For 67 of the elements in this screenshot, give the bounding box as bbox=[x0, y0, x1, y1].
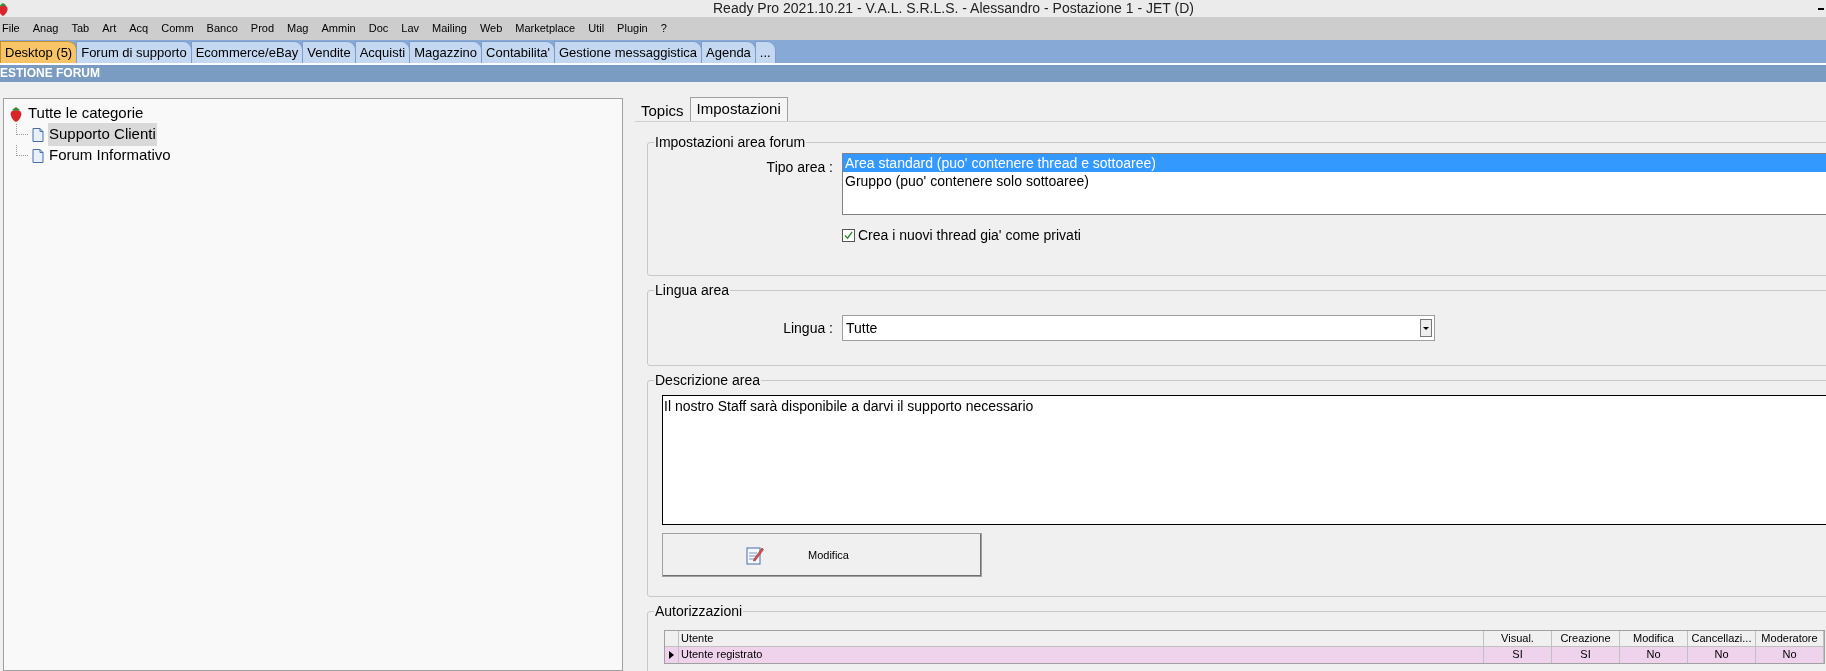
app-tab[interactable]: Gestione messaggistica bbox=[554, 41, 702, 63]
menu-item[interactable]: Banco bbox=[206, 20, 238, 37]
column-header[interactable]: Cancellazi... bbox=[1688, 631, 1756, 646]
minimize-icon[interactable] bbox=[1818, 7, 1824, 10]
area-type-list[interactable]: Area standard (puo' contenere thread e sottoaree) Gruppo (puo' contenere solo sottoaree) bbox=[842, 153, 1826, 215]
strawberry-icon bbox=[9, 105, 23, 122]
table-cell: No bbox=[1688, 647, 1756, 663]
group-title: Lingua area bbox=[654, 281, 730, 299]
app-tab[interactable]: Agenda bbox=[701, 41, 756, 63]
tree-item[interactable]: Forum Informativo bbox=[48, 144, 172, 167]
window-title: Ready Pro 2021.10.21 - V.A.L. S.R.L.S. - Alessandro - Postazione 1 - JET (D) bbox=[713, 0, 1194, 17]
checkbox-label: Crea i nuovi thread gia' come privati bbox=[858, 226, 1081, 245]
menu-item[interactable]: Doc bbox=[368, 20, 389, 37]
app-logo-icon bbox=[0, 1, 9, 16]
app-tab[interactable]: Acquisti bbox=[354, 41, 411, 63]
checkmark-icon bbox=[844, 231, 853, 240]
document-icon bbox=[32, 148, 44, 163]
menu-item[interactable]: Web bbox=[479, 20, 503, 37]
row-pointer-icon bbox=[669, 651, 674, 659]
column-header[interactable]: Visual. bbox=[1484, 631, 1552, 646]
menu-item[interactable]: Anag bbox=[32, 20, 59, 37]
menu-item[interactable]: Acq bbox=[129, 20, 149, 37]
menu-item[interactable]: Prod bbox=[250, 20, 275, 37]
description-textarea[interactable]: Il nostro Staff sarà disponibile a darvi il supporto necessario bbox=[662, 395, 1826, 525]
table-cell: SI bbox=[1552, 647, 1620, 663]
menu-item[interactable]: Marketplace bbox=[515, 20, 576, 37]
menu-item[interactable]: Art bbox=[102, 20, 117, 37]
section-header: ESTIONE FORUM bbox=[0, 65, 1826, 82]
table-cell: No bbox=[1620, 647, 1688, 663]
menu-item[interactable]: Plugin bbox=[617, 20, 648, 37]
modify-button[interactable]: Modifica bbox=[662, 533, 982, 577]
menu-item[interactable]: Util bbox=[588, 20, 605, 37]
menu-item[interactable]: Mag bbox=[287, 20, 309, 37]
menu-item[interactable]: Lav bbox=[401, 20, 419, 37]
column-header[interactable]: Utente bbox=[679, 631, 1484, 646]
tree-item[interactable]: Tutte le categorie bbox=[27, 102, 145, 125]
menu-item[interactable]: File bbox=[2, 20, 20, 37]
table-row[interactable]: Utente registrato SI SI No No No bbox=[665, 647, 1824, 663]
column-header[interactable]: Moderatore bbox=[1756, 631, 1824, 646]
app-tab[interactable]: Vendite bbox=[302, 41, 356, 63]
field-label: Lingua : bbox=[782, 318, 834, 338]
column-header[interactable]: Modifica bbox=[1620, 631, 1688, 646]
menu-item[interactable]: Comm bbox=[161, 20, 194, 37]
settings-tab[interactable]: Topics bbox=[635, 100, 690, 121]
menu-item[interactable]: Ammin bbox=[321, 20, 356, 37]
menu-item[interactable]: Mailing bbox=[432, 20, 467, 37]
field-label: Tipo area : bbox=[765, 158, 834, 177]
app-tab[interactable]: Forum di supporto bbox=[76, 41, 192, 63]
menu-item[interactable]: ? bbox=[660, 20, 667, 37]
checkbox[interactable] bbox=[842, 229, 855, 242]
settings-tab[interactable]: Impostazioni bbox=[689, 97, 788, 121]
group-title: Impostazioni area forum bbox=[654, 133, 807, 151]
tree-item[interactable]: Supporto Clienti bbox=[48, 123, 157, 146]
table-cell: Utente registrato bbox=[679, 647, 1484, 663]
menu-item[interactable]: Tab bbox=[71, 20, 90, 37]
language-dropdown[interactable]: Tutte bbox=[842, 315, 1435, 341]
app-tab[interactable]: Contabilita' bbox=[481, 41, 555, 63]
list-option[interactable]: Gruppo (puo' contenere solo sottoaree) bbox=[843, 172, 1826, 190]
column-header[interactable]: Creazione bbox=[1552, 631, 1620, 646]
edit-note-icon bbox=[746, 545, 764, 565]
app-tab[interactable]: Ecommerce/eBay bbox=[190, 41, 304, 63]
app-tab[interactable]: ... bbox=[754, 41, 776, 63]
app-tab[interactable]: Magazzino bbox=[409, 41, 483, 63]
document-icon bbox=[32, 127, 44, 142]
table-cell: No bbox=[1756, 647, 1824, 663]
table-cell: SI bbox=[1484, 647, 1552, 663]
app-tab[interactable]: Desktop (5) bbox=[0, 41, 78, 63]
